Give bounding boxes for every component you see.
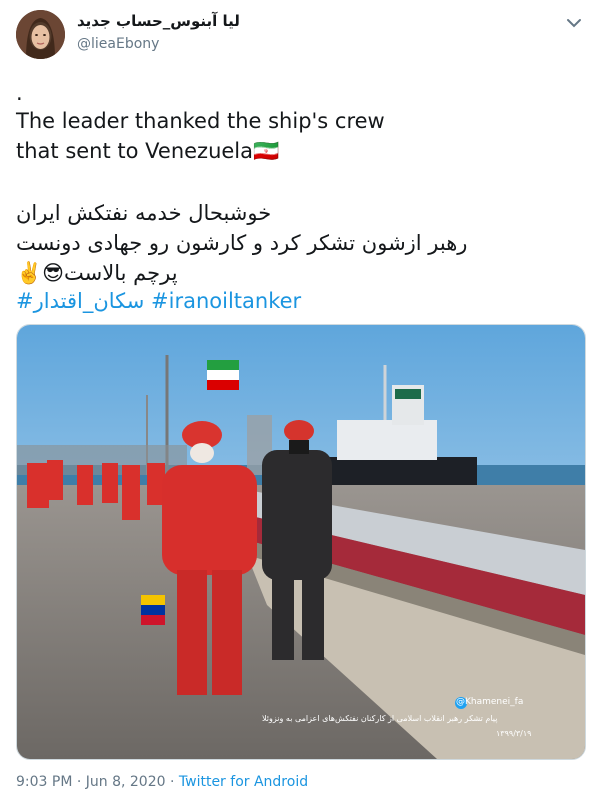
watermark-caption: پیام تشکر رهبر انقلاب اسلامی از کارکنان …	[262, 714, 498, 723]
tweet-photo[interactable]	[16, 324, 586, 760]
hashtag-link[interactable]: #سکان_اقتدار	[16, 289, 144, 313]
tweet-text-line: خوشبحال خدمه نفتکش ایران	[16, 201, 272, 225]
tweet-text-line: The leader thanked the ship's crew	[16, 109, 385, 133]
watermark-handle: @Khamenei_fa	[456, 697, 524, 707]
avatar[interactable]	[16, 10, 65, 59]
watermark-date: ۱۳۹۹/۳/۱۹	[496, 729, 532, 738]
hashtag-link[interactable]: #iranoiltanker	[151, 289, 301, 313]
user-handle[interactable]: @lieaEbony	[77, 36, 159, 52]
chevron-down-icon[interactable]	[563, 12, 585, 34]
display-name[interactable]: لیا آبنوس_حساب جدید	[77, 12, 337, 30]
source-link[interactable]: Twitter for Android	[179, 774, 308, 790]
tweet-text-line: .	[16, 81, 23, 105]
tweet-text-line: رهبر ازشون تشکر کرد و کارشون رو جهادی دو…	[16, 231, 468, 255]
tweet-meta: 9:03 PM · Jun 8, 2020 · Twitter for Andr…	[16, 774, 308, 790]
tweet-text-line: پرچم بالاست😎✌️	[16, 261, 178, 285]
hashtag-row: #سکان_اقتدار #iranoiltanker	[16, 286, 586, 316]
meta-separator: ·	[165, 774, 179, 790]
tweet-text-line: that sent to Venezuela🇮🇷	[16, 139, 280, 163]
timestamp[interactable]: 9:03 PM · Jun 8, 2020	[16, 774, 166, 790]
